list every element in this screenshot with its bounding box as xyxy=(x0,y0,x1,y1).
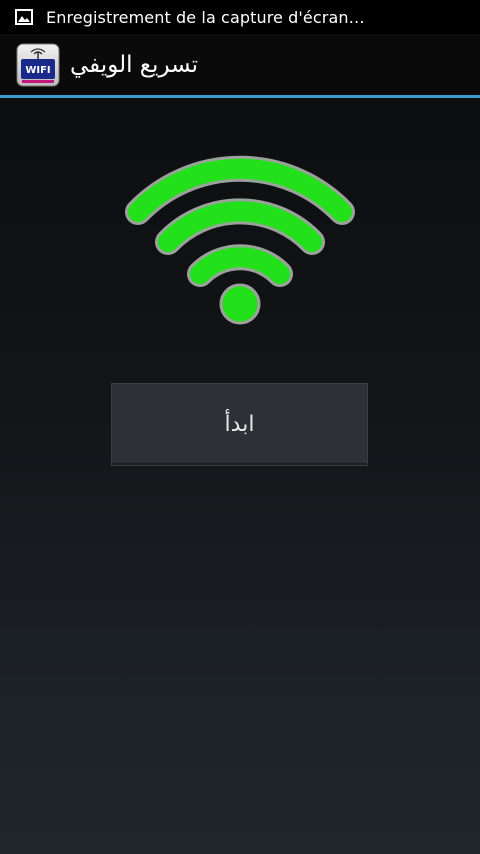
notification-text: Enregistrement de la capture d'écran… xyxy=(46,7,365,27)
screen: Enregistrement de la capture d'écran… WI… xyxy=(0,0,480,854)
app-icon-label: WIFI xyxy=(25,65,50,76)
action-bar: WIFI تسريع الويفي xyxy=(0,34,480,95)
action-bar-divider xyxy=(0,95,480,98)
wifi-router-app-icon[interactable]: WIFI xyxy=(16,43,60,87)
start-button[interactable]: ابدأ xyxy=(111,383,368,466)
image-icon xyxy=(14,7,34,27)
status-bar: Enregistrement de la capture d'écran… xyxy=(0,0,480,34)
wifi-signal-icon xyxy=(120,142,360,332)
app-title: تسريع الويفي xyxy=(70,51,199,78)
